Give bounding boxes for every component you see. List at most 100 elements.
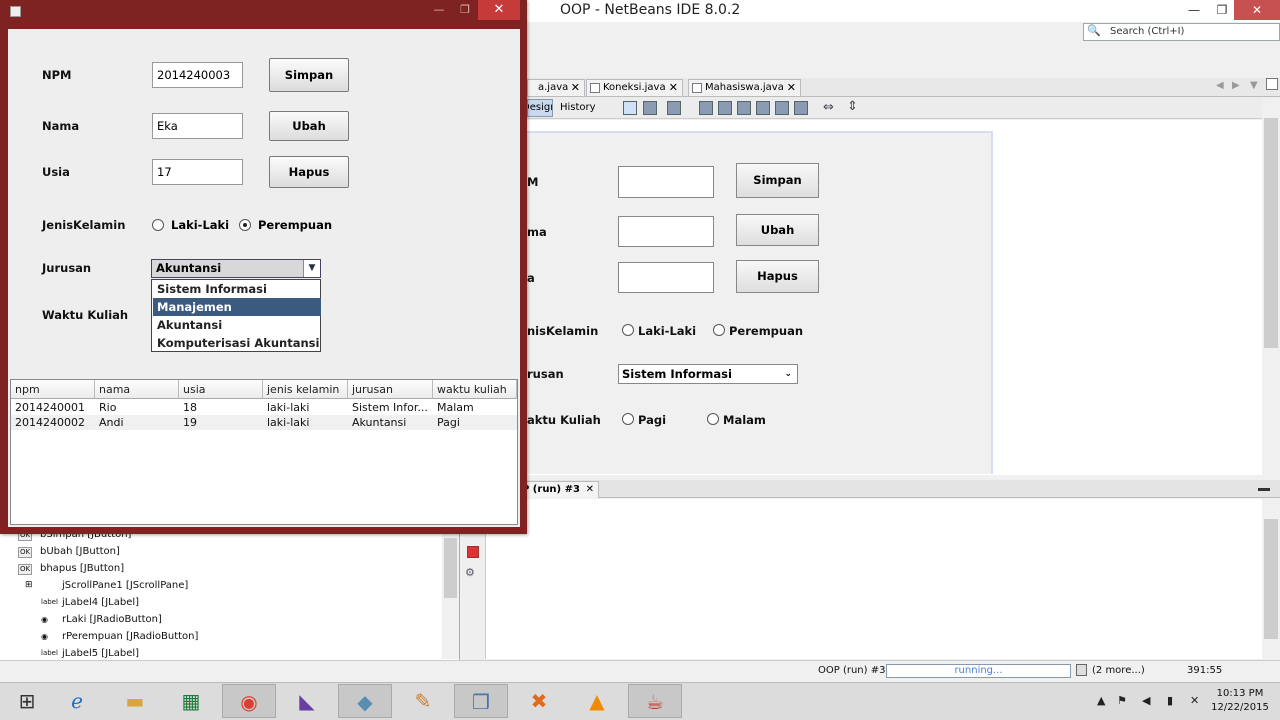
start-windows-icon[interactable]: ⊞ <box>0 684 54 718</box>
designer-simpan-button[interactable]: Simpan <box>736 163 819 198</box>
file-explorer-icon[interactable]: ▬ <box>108 684 162 718</box>
editor-tab-mahasiswa[interactable]: Mahasiswa.java ✕ <box>688 79 801 96</box>
navigator-item[interactable]: ◉ rPerempuan [JRadioButton] <box>41 631 198 642</box>
maximize-icon[interactable]: ❐ <box>1208 0 1236 20</box>
scrollbar-thumb[interactable] <box>1264 118 1278 348</box>
designer-vertical-scrollbar[interactable] <box>1262 98 1280 475</box>
hapus-button[interactable]: Hapus <box>269 156 349 188</box>
designer-jurusan-combo[interactable]: Sistem Informasi ⌄ <box>618 364 798 384</box>
align-center-icon[interactable] <box>718 101 732 115</box>
navigator-item[interactable]: ◉ rLaki [JRadioButton] <box>41 614 162 625</box>
designer-pagi-radio[interactable] <box>622 413 634 425</box>
volume-icon[interactable]: ◀ <box>1142 694 1150 707</box>
excel-icon[interactable]: ▦ <box>164 684 218 718</box>
editor-tab-koneksi[interactable]: Koneksi.java ✕ <box>586 79 683 96</box>
java-app-icon[interactable] <box>10 6 21 17</box>
designer-perempuan-label[interactable]: Perempuan <box>729 324 803 338</box>
maximize-editor-icon[interactable] <box>1266 78 1278 90</box>
chevron-down-icon[interactable]: ▼ <box>303 260 320 277</box>
running-task-name[interactable]: OOP (run) #3 <box>818 665 885 676</box>
visual-studio-icon[interactable]: ◣ <box>280 684 334 718</box>
perempuan-radio[interactable] <box>239 219 251 231</box>
virtualbox-icon[interactable]: ❒ <box>454 684 508 718</box>
history-view-button[interactable]: History <box>560 99 596 117</box>
usia-field[interactable]: 17 <box>152 159 243 185</box>
output-vertical-scrollbar[interactable] <box>1262 499 1280 659</box>
chrome-icon[interactable]: ◉ <box>222 684 276 718</box>
jurusan-option-akuntansi[interactable]: Akuntansi <box>153 316 321 334</box>
align-top-icon[interactable] <box>756 101 770 115</box>
designer-nama-field[interactable] <box>618 216 714 247</box>
nama-field[interactable]: Eka <box>152 113 243 139</box>
network-icon[interactable]: ✕ <box>1190 694 1199 707</box>
designer-usia-field[interactable] <box>618 262 714 293</box>
laki-laki-radio[interactable] <box>152 219 164 231</box>
designer-npm-label[interactable]: M <box>527 175 538 189</box>
column-header-jenis-kelamin[interactable]: jenis kelamin <box>263 380 348 399</box>
column-header-jurusan[interactable]: jurusan <box>348 380 433 399</box>
navigator-item[interactable]: OK bUbah [JButton] <box>18 546 120 558</box>
navigator-item[interactable]: label jLabel4 [JLabel] <box>41 597 139 608</box>
designer-ubah-button[interactable]: Ubah <box>736 214 819 246</box>
minimize-icon[interactable]: — <box>428 0 450 20</box>
close-tab-icon[interactable]: ✕ <box>787 80 796 96</box>
connection-mode-icon[interactable] <box>643 101 657 115</box>
expand-icon[interactable]: ⊞ <box>24 581 34 590</box>
close-tab-icon[interactable]: ✕ <box>571 80 580 96</box>
designer-npm-field[interactable] <box>618 166 714 198</box>
internet-explorer-icon[interactable]: ℯ <box>50 684 104 718</box>
designer-perempuan-radio[interactable] <box>713 324 725 336</box>
vlc-icon[interactable]: ▲ <box>570 684 624 718</box>
designer-hapus-button[interactable]: Hapus <box>736 260 819 293</box>
laki-laki-label[interactable]: Laki-Laki <box>171 218 229 232</box>
search-input[interactable]: Search (Ctrl+I) <box>1083 23 1280 41</box>
navigator-item[interactable]: ⊞ jScrollPane1 [JScrollPane] <box>25 580 188 591</box>
selection-mode-icon[interactable] <box>623 101 637 115</box>
java-icon[interactable]: ☕ <box>628 684 682 718</box>
jurusan-option-sistem-informasi[interactable]: Sistem Informasi <box>153 280 321 298</box>
perempuan-label[interactable]: Perempuan <box>258 218 332 232</box>
designer-pagi-label[interactable]: Pagi <box>638 413 666 427</box>
resize-vertical-icon[interactable]: ⇕ <box>847 99 858 114</box>
navigator-item[interactable]: label jLabel5 [JLabel] <box>41 648 139 659</box>
designer-laki-label[interactable]: Laki-Laki <box>638 324 696 338</box>
column-header-nama[interactable]: nama <box>95 380 179 399</box>
tab-scroll-right-icon[interactable]: ▶ <box>1232 80 1240 91</box>
scrollbar-thumb[interactable] <box>444 538 457 598</box>
column-header-usia[interactable]: usia <box>179 380 263 399</box>
align-bottom-icon[interactable] <box>794 101 808 115</box>
jurusan-option-manajemen[interactable]: Manajemen <box>153 298 321 316</box>
maximize-icon[interactable]: ❐ <box>454 0 476 20</box>
design-view-button[interactable]: Design <box>527 99 553 117</box>
close-icon[interactable]: ✕ <box>1234 0 1280 20</box>
designer-malam-label[interactable]: Malam <box>723 413 766 427</box>
designer-jurusan-label[interactable]: rusan <box>527 367 564 381</box>
tray-expand-icon[interactable]: ▲ <box>1097 694 1105 707</box>
jurusan-combo[interactable]: Akuntansi <box>151 259 321 278</box>
navigator-vertical-scrollbar[interactable] <box>442 528 459 659</box>
designer-nama-label[interactable]: ma <box>527 225 547 239</box>
designer-jenis-label[interactable]: nisKelamin <box>527 324 598 338</box>
column-header-npm[interactable]: npm <box>11 380 95 399</box>
stop-icon[interactable] <box>467 546 479 558</box>
navigator-item[interactable]: OK bhapus [JButton] <box>18 563 124 575</box>
designer-waktu-label[interactable]: aktu Kuliah <box>527 413 601 427</box>
rerun-icon[interactable]: ⚙ <box>465 566 475 579</box>
minimize-icon[interactable]: — <box>1180 0 1208 20</box>
output-console[interactable] <box>486 499 1262 659</box>
battery-icon[interactable]: ▮ <box>1167 694 1173 707</box>
resize-horizontal-icon[interactable]: ⇔ <box>823 100 834 115</box>
tray-clock[interactable]: 10:13 PM 12/22/2015 <box>1210 687 1270 715</box>
simpan-button[interactable]: Simpan <box>269 58 349 92</box>
minimize-panel-icon[interactable] <box>1258 488 1270 491</box>
editor-tab-a-java[interactable]: a.java ✕ <box>527 79 585 96</box>
designer-usia-label[interactable]: a <box>527 271 535 285</box>
action-center-icon[interactable]: ⚑ <box>1117 694 1127 707</box>
close-icon[interactable]: ✕ <box>478 0 520 20</box>
output-tab-run[interactable]: P (run) #3 ✕ <box>515 481 599 498</box>
align-left-icon[interactable] <box>699 101 713 115</box>
notepad-icon[interactable]: ◆ <box>338 684 392 718</box>
jurusan-option-komputerisasi-akuntansi[interactable]: Komputerisasi Akuntansi <box>153 334 321 352</box>
npm-field[interactable]: 2014240003 <box>152 62 243 88</box>
designer-malam-radio[interactable] <box>707 413 719 425</box>
